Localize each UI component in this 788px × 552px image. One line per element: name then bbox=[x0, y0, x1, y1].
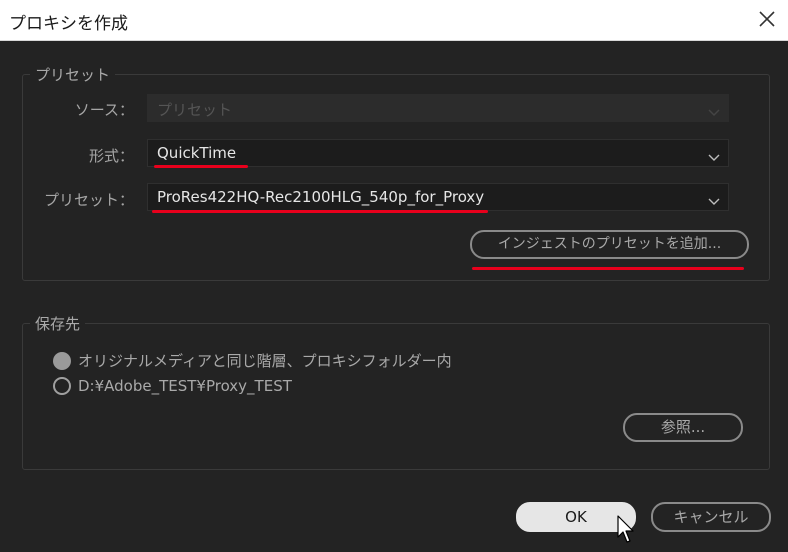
radio-same-folder[interactable]: オリジナルメディアと同じ階層、プロキシフォルダー内 bbox=[53, 350, 452, 371]
chevron-down-icon bbox=[708, 148, 720, 161]
source-label: ソース： bbox=[74, 101, 134, 119]
preset-select[interactable]: ProRes422HQ-Rec2100HLG_540p_for_Proxy bbox=[147, 183, 729, 211]
preset-label: プリセット： bbox=[43, 191, 134, 209]
source-value: プリセット bbox=[157, 101, 233, 119]
annotation-underline-preset bbox=[152, 210, 488, 213]
format-label: 形式： bbox=[88, 147, 134, 165]
radio-custom-path[interactable]: D:¥Adobe_TEST¥Proxy_TEST bbox=[53, 377, 292, 395]
preset-group-legend: プリセット bbox=[30, 64, 116, 85]
format-value: QuickTime bbox=[157, 144, 237, 162]
preset-value: ProRes422HQ-Rec2100HLG_540p_for_Proxy bbox=[157, 188, 485, 206]
source-select: プリセット bbox=[147, 94, 729, 122]
chevron-down-icon bbox=[708, 192, 720, 205]
title-bar: プロキシを作成 bbox=[0, 0, 788, 41]
chevron-down-icon bbox=[708, 103, 720, 116]
radio-custom-path-label: D:¥Adobe_TEST¥Proxy_TEST bbox=[78, 377, 292, 395]
mouse-cursor-icon bbox=[617, 515, 637, 545]
destination-group bbox=[22, 323, 770, 470]
close-icon[interactable] bbox=[752, 4, 782, 34]
destination-group-legend: 保存先 bbox=[30, 313, 86, 334]
radio-button[interactable] bbox=[53, 377, 71, 395]
annotation-underline-add-ingest bbox=[472, 267, 744, 270]
format-select[interactable]: QuickTime bbox=[147, 139, 729, 167]
window-title: プロキシを作成 bbox=[9, 14, 128, 34]
browse-button[interactable]: 参照... bbox=[623, 413, 743, 442]
annotation-underline-format bbox=[154, 165, 248, 168]
radio-same-folder-label: オリジナルメディアと同じ階層、プロキシフォルダー内 bbox=[78, 352, 452, 370]
cancel-button[interactable]: キャンセル bbox=[651, 502, 771, 532]
radio-button[interactable] bbox=[53, 351, 71, 370]
dialog-body: プリセット ソース： プリセット 形式： QuickTime プリセット： Pr… bbox=[0, 41, 788, 552]
add-ingest-preset-button[interactable]: インジェストのプリセットを追加... bbox=[470, 230, 749, 259]
